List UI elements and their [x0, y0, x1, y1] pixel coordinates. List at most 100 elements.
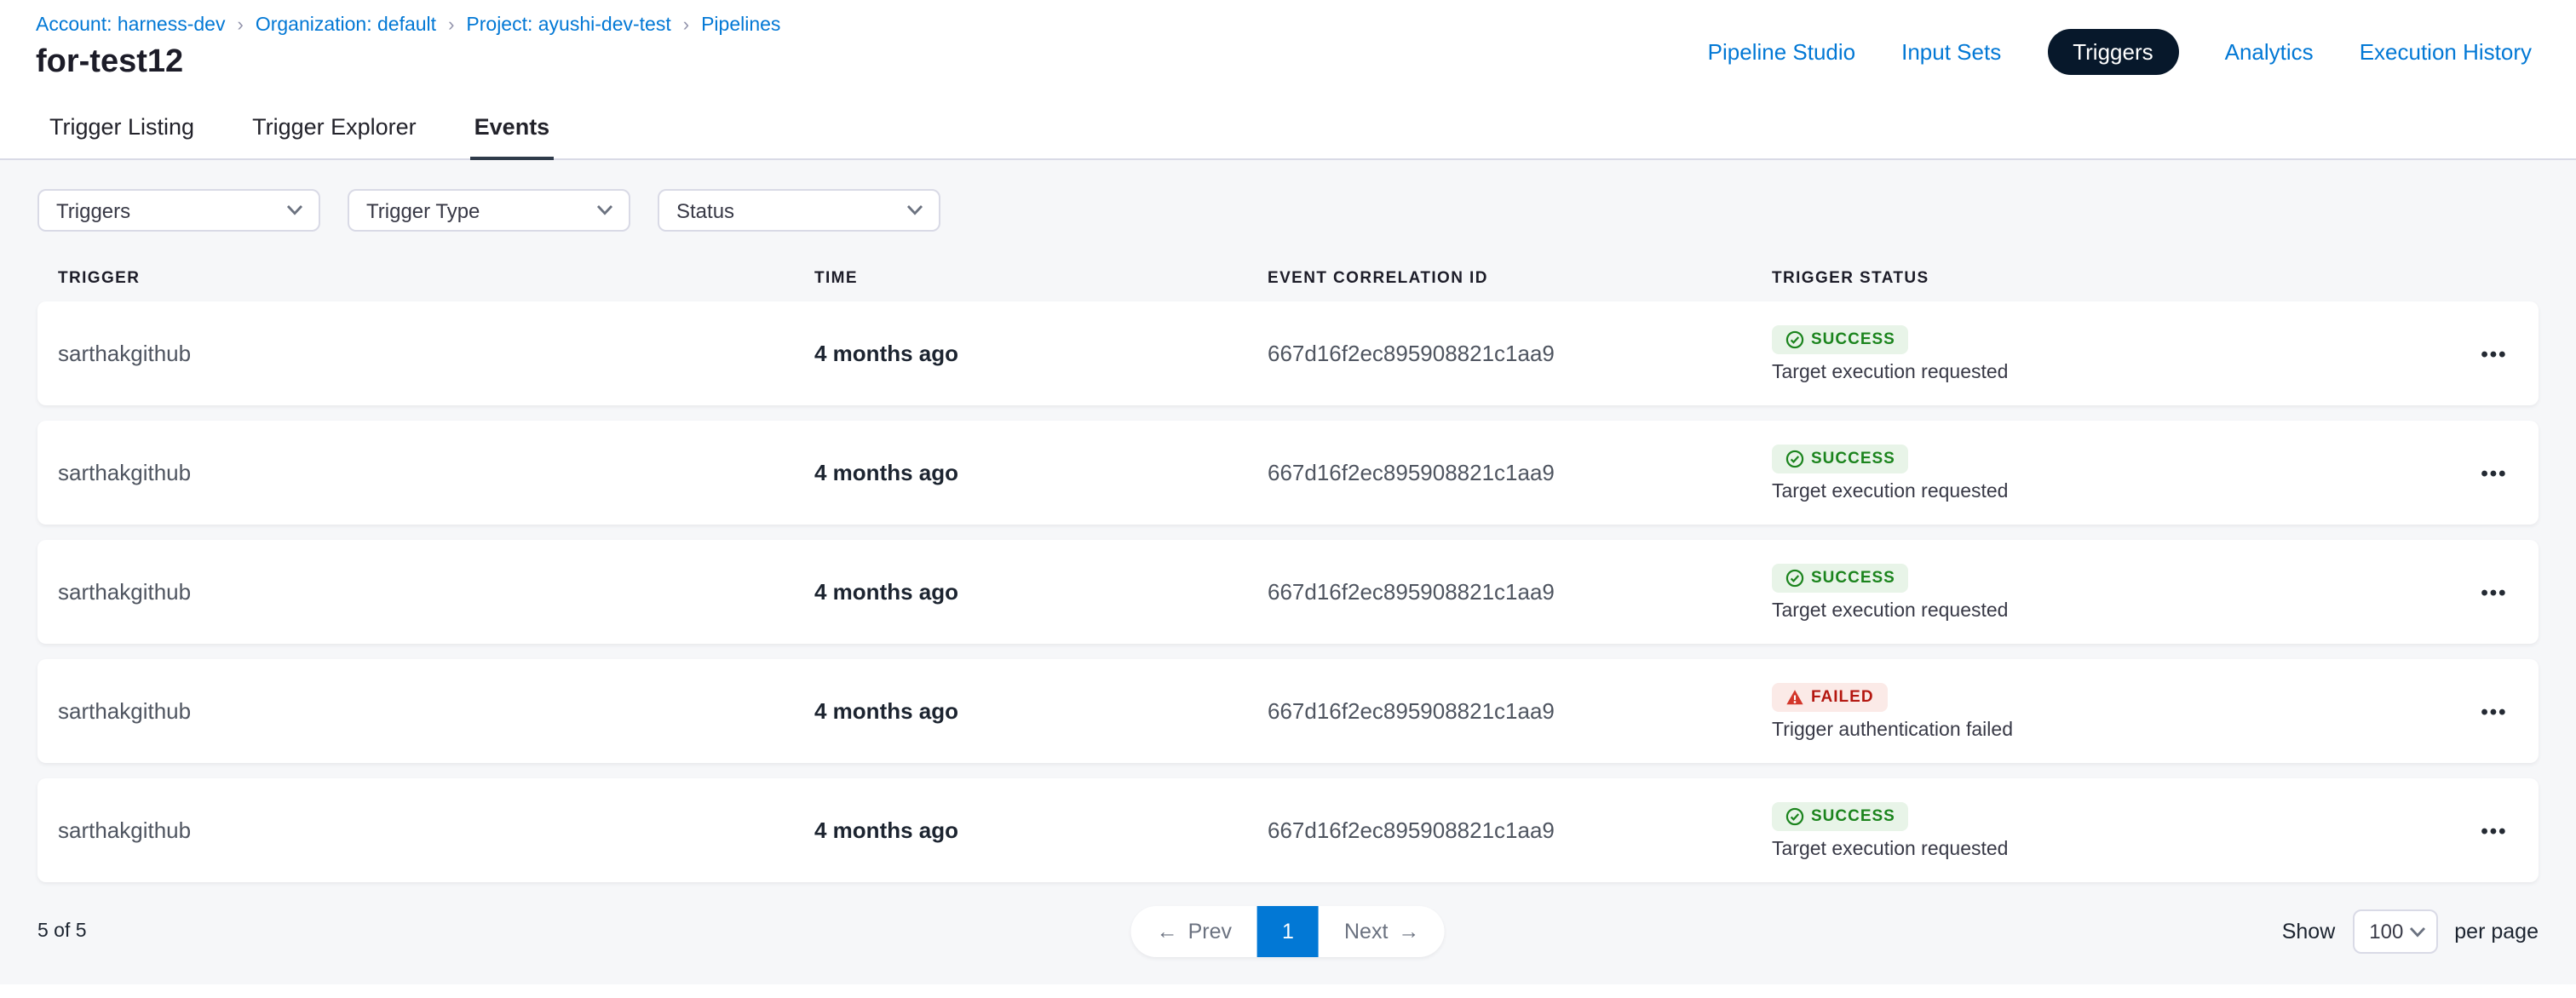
status-detail: Target execution requested [1772, 600, 2008, 621]
event-time: 4 months ago [814, 579, 1268, 605]
triggers-filter-dropdown[interactable]: Triggers [37, 189, 320, 232]
nav-pipeline-studio[interactable]: Pipeline Studio [1708, 38, 1855, 64]
status-badge: SUCCESS [1772, 324, 1909, 353]
header-left: Account: harness-dev › Organization: def… [36, 15, 780, 97]
warning-triangle-icon [1785, 687, 1804, 706]
trigger-status-cell: SUCCESS Target execution requested [1772, 563, 2450, 621]
table-row: sarthakgithub 4 months ago 667d16f2ec895… [37, 421, 2539, 525]
chevron-right-icon: › [448, 15, 454, 36]
table-row: sarthakgithub 4 months ago 667d16f2ec895… [37, 540, 2539, 644]
status-detail: Target execution requested [1772, 481, 2008, 502]
status-badge: SUCCESS [1772, 563, 1909, 592]
tab-events[interactable]: Events [471, 97, 554, 160]
row-actions-button[interactable]: ••• [2450, 461, 2539, 485]
prev-label: Prev [1188, 920, 1232, 944]
nav-triggers[interactable]: Triggers [2047, 28, 2178, 74]
column-header-trigger: TRIGGER [58, 268, 814, 287]
row-actions-button[interactable]: ••• [2450, 341, 2539, 365]
page-size-value: 100 [2369, 920, 2403, 944]
results-count: 5 of 5 [37, 921, 87, 942]
trigger-type-filter-dropdown[interactable]: Trigger Type [348, 189, 630, 232]
triggers-filter-label: Triggers [56, 198, 130, 222]
event-correlation-id: 667d16f2ec895908821c1aa9 [1268, 698, 1772, 724]
breadcrumb-account[interactable]: Account: harness-dev [36, 15, 225, 36]
breadcrumb-project[interactable]: Project: ayushi-dev-test [466, 15, 670, 36]
nav-analytics[interactable]: Analytics [2225, 38, 2314, 64]
trigger-status-cell: SUCCESS Target execution requested [1772, 324, 2450, 382]
chevron-down-icon [596, 204, 613, 216]
status-filter-label: Status [676, 198, 734, 222]
status-badge-label: SUCCESS [1811, 330, 1895, 348]
check-circle-icon [1785, 330, 1804, 348]
breadcrumb-pipelines[interactable]: Pipelines [701, 15, 780, 36]
trigger-type-filter-label: Trigger Type [366, 198, 480, 222]
row-actions-button[interactable]: ••• [2450, 580, 2539, 604]
status-badge-label: SUCCESS [1811, 806, 1895, 825]
next-page-button[interactable]: Next → [1319, 906, 1445, 957]
chevron-right-icon: › [237, 15, 243, 36]
event-time: 4 months ago [814, 698, 1268, 724]
chevron-right-icon: › [683, 15, 689, 36]
check-circle-icon [1785, 568, 1804, 587]
trigger-status-cell: SUCCESS Target execution requested [1772, 444, 2450, 502]
nav-input-sets[interactable]: Input Sets [1901, 38, 2001, 64]
filters-row: Triggers Trigger Type Status [37, 189, 2539, 232]
nav-execution-history[interactable]: Execution History [2360, 38, 2532, 64]
tab-trigger-explorer[interactable]: Trigger Explorer [249, 97, 420, 160]
pager: ← Prev 1 Next → [1131, 906, 1446, 957]
status-badge-label: SUCCESS [1811, 449, 1895, 467]
page-size-control: Show 100 per page [2282, 909, 2539, 954]
status-detail: Trigger authentication failed [1772, 720, 2013, 740]
row-actions-button[interactable]: ••• [2450, 818, 2539, 842]
table-row: sarthakgithub 4 months ago 667d16f2ec895… [37, 301, 2539, 405]
event-time: 4 months ago [814, 460, 1268, 485]
show-label: Show [2282, 920, 2336, 944]
status-badge: SUCCESS [1772, 444, 1909, 473]
chevron-down-icon [906, 204, 923, 216]
table-row: sarthakgithub 4 months ago 667d16f2ec895… [37, 659, 2539, 763]
trigger-status-cell: FAILED Trigger authentication failed [1772, 682, 2450, 740]
prev-page-button[interactable]: ← Prev [1131, 906, 1257, 957]
breadcrumb-organization[interactable]: Organization: default [256, 15, 436, 36]
arrow-right-icon: → [1398, 920, 1419, 944]
event-correlation-id: 667d16f2ec895908821c1aa9 [1268, 579, 1772, 605]
chevron-down-icon [286, 204, 303, 216]
check-circle-icon [1785, 449, 1804, 467]
chevron-down-icon [2408, 926, 2425, 938]
page-size-dropdown[interactable]: 100 [2352, 909, 2437, 954]
arrow-left-icon: ← [1157, 920, 1178, 944]
column-header-trigger-status: TRIGGER STATUS [1772, 268, 2450, 287]
trigger-name: sarthakgithub [58, 579, 814, 605]
page-title: for-test12 [36, 44, 780, 82]
tabs-bar: Trigger Listing Trigger Explorer Events [0, 97, 2576, 160]
trigger-name: sarthakgithub [58, 698, 814, 724]
tab-trigger-listing[interactable]: Trigger Listing [46, 97, 198, 160]
event-correlation-id: 667d16f2ec895908821c1aa9 [1268, 817, 1772, 843]
pipeline-nav: Pipeline Studio Input Sets Triggers Anal… [1708, 15, 2532, 83]
next-label: Next [1344, 920, 1388, 944]
page-number-button[interactable]: 1 [1257, 906, 1319, 957]
page: Account: harness-dev › Organization: def… [0, 0, 2576, 998]
status-badge-label: FAILED [1811, 687, 1874, 706]
status-detail: Target execution requested [1772, 839, 2008, 859]
table-header: TRIGGER TIME EVENT CORRELATION ID TRIGGE… [37, 254, 2539, 301]
event-time: 4 months ago [814, 341, 1268, 366]
top-bar: Account: harness-dev › Organization: def… [0, 0, 2576, 97]
trigger-name: sarthakgithub [58, 460, 814, 485]
event-correlation-id: 667d16f2ec895908821c1aa9 [1268, 341, 1772, 366]
events-content: Triggers Trigger Type Status TRIGGER TIM… [0, 160, 2576, 984]
status-filter-dropdown[interactable]: Status [658, 189, 940, 232]
trigger-name: sarthakgithub [58, 341, 814, 366]
column-header-time: TIME [814, 268, 1268, 287]
column-header-correlation-id: EVENT CORRELATION ID [1268, 268, 1772, 287]
row-actions-button[interactable]: ••• [2450, 699, 2539, 723]
event-time: 4 months ago [814, 817, 1268, 843]
breadcrumb: Account: harness-dev › Organization: def… [36, 15, 780, 36]
status-detail: Target execution requested [1772, 362, 2008, 382]
status-badge-label: SUCCESS [1811, 568, 1895, 587]
status-badge: FAILED [1772, 682, 1888, 711]
per-page-label: per page [2454, 920, 2539, 944]
event-correlation-id: 667d16f2ec895908821c1aa9 [1268, 460, 1772, 485]
status-badge: SUCCESS [1772, 801, 1909, 830]
pagination-bar: 5 of 5 ← Prev 1 Next → Show 100 per pa [37, 906, 2539, 957]
